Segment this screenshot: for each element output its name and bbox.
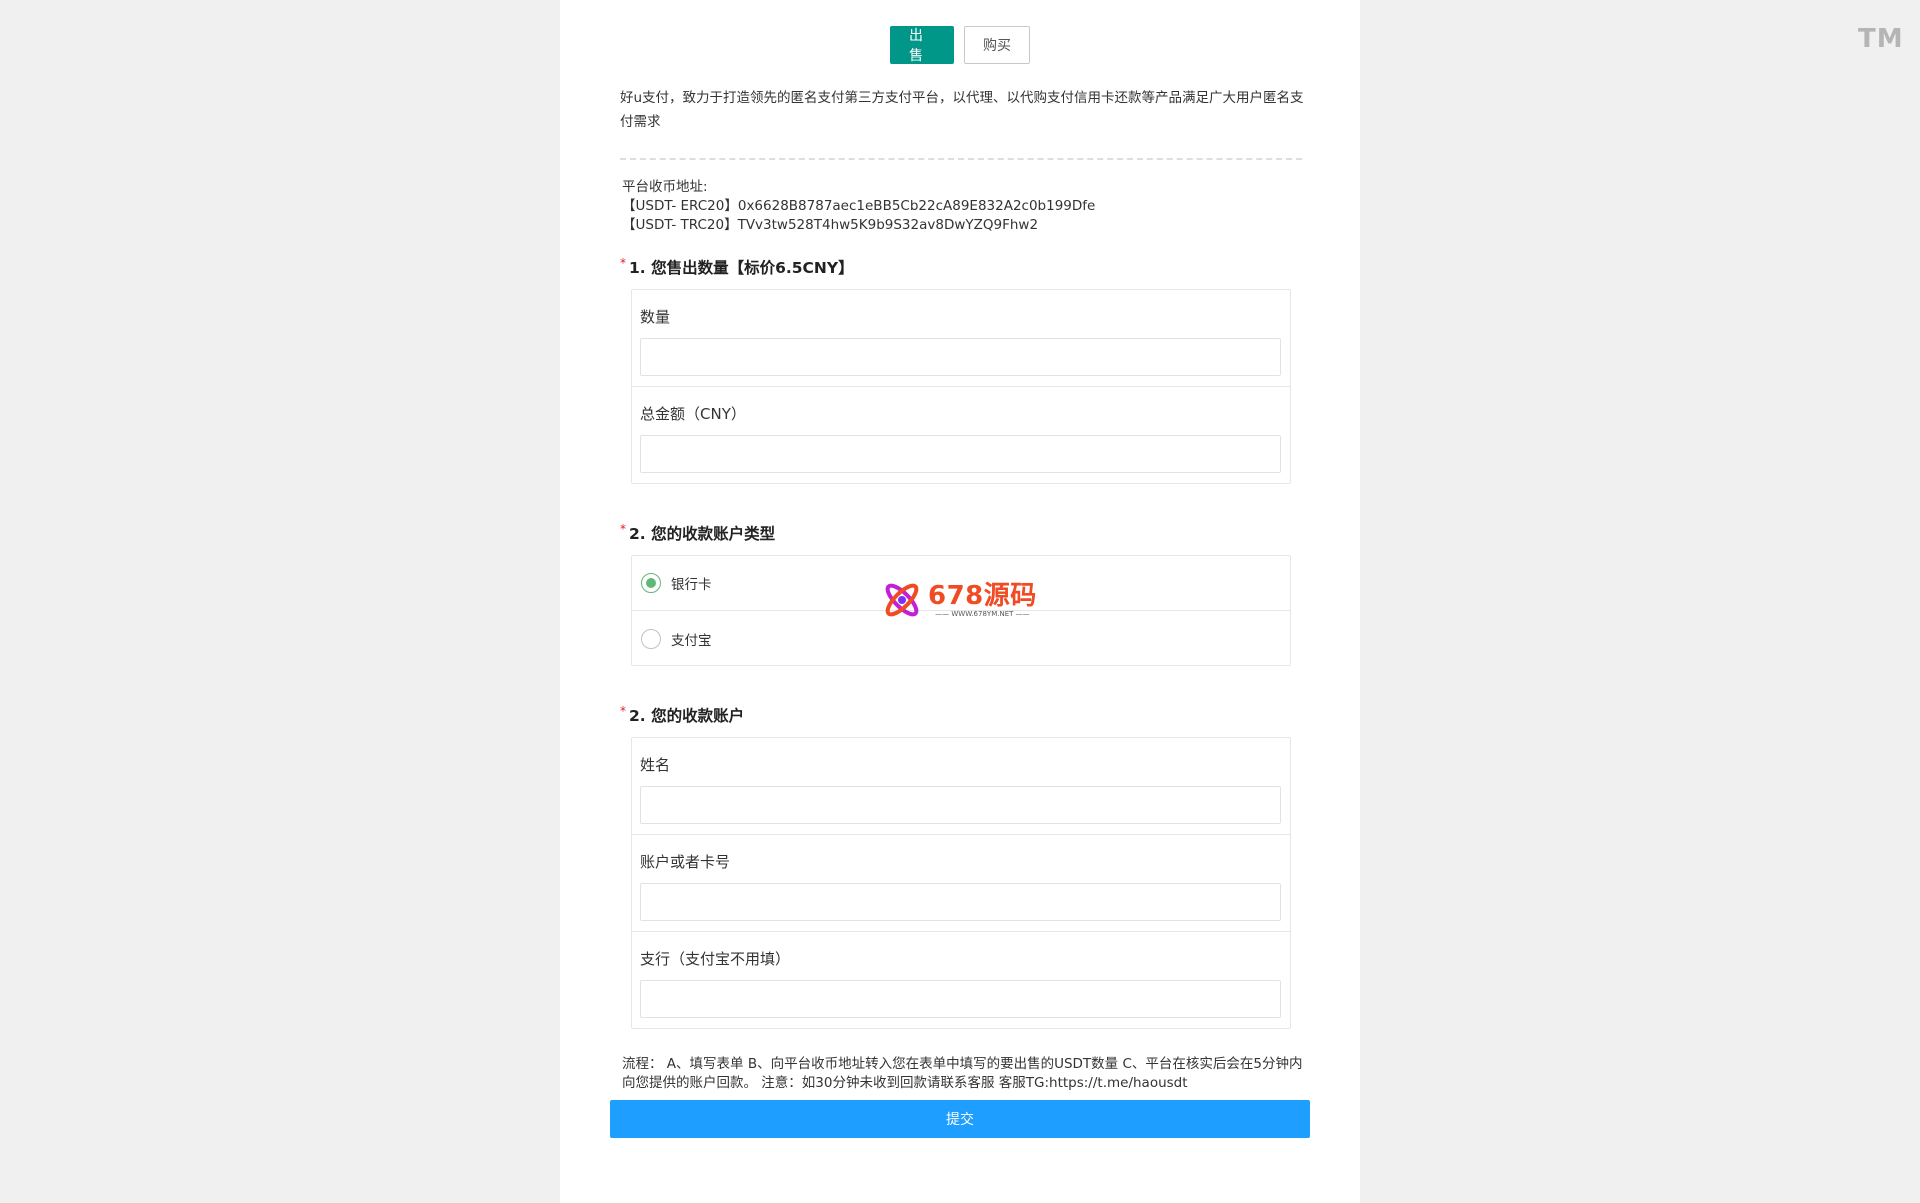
atom-logo-icon bbox=[885, 583, 919, 617]
submit-button[interactable]: 提交 bbox=[610, 1100, 1310, 1138]
name-label: 姓名 bbox=[640, 756, 671, 774]
required-star: * bbox=[620, 704, 626, 718]
radio-unchecked-icon[interactable] bbox=[641, 628, 661, 649]
branch-label: 支行（支付宝不用填） bbox=[640, 950, 791, 968]
account-number-input[interactable] bbox=[640, 883, 1281, 921]
total-amount-label: 总金额（CNY） bbox=[640, 405, 746, 423]
dashed-divider bbox=[620, 158, 1302, 160]
watermark-text: 678源码 —— WWW.678YM.NET —— bbox=[928, 582, 1037, 619]
quantity-label: 数量 bbox=[640, 308, 671, 326]
account-number-field: 账户或者卡号 bbox=[632, 835, 1290, 932]
section-title-text: 1. 您售出数量【标价6.5CNY】 bbox=[629, 259, 854, 277]
radio-checked-icon[interactable] bbox=[641, 573, 661, 593]
section-account-type-title: * 2. 您的收款账户类型 bbox=[620, 522, 775, 544]
intro-text: 好u支付，致力于打造领先的匿名支付第三方支付平台，以代理、以代购支付信用卡还款等… bbox=[620, 90, 1304, 130]
radio-label: 银行卡 bbox=[671, 577, 712, 593]
required-star: * bbox=[620, 256, 626, 270]
process-note: 流程： A、填写表单 B、向平台收币地址转入您在表单中填写的要出售的USDT数量… bbox=[622, 1056, 1303, 1091]
quantity-field: 数量 bbox=[632, 290, 1290, 387]
required-star: * bbox=[620, 522, 626, 536]
address-erc20: 【USDT- ERC20】0x6628B8787aec1eBB5Cb22cA89… bbox=[622, 198, 1096, 214]
watermark-url: —— WWW.678YM.NET —— bbox=[935, 609, 1030, 618]
mode-tabs: 出售 购买 bbox=[890, 26, 1030, 64]
order-panel: 出售 购买 好u支付，致力于打造领先的匿名支付第三方支付平台，以代理、以代购支付… bbox=[560, 0, 1360, 1203]
total-amount-field: 总金额（CNY） bbox=[632, 387, 1290, 484]
section-title-text: 2. 您的收款账户 bbox=[629, 707, 745, 725]
section-sell-quantity-title: * 1. 您售出数量【标价6.5CNY】 bbox=[620, 256, 854, 278]
total-amount-input[interactable] bbox=[640, 435, 1281, 473]
section-title-text: 2. 您的收款账户类型 bbox=[629, 525, 776, 543]
branch-field: 支行（支付宝不用填） bbox=[632, 932, 1290, 1029]
quantity-input[interactable] bbox=[640, 338, 1281, 376]
address-heading: 平台收币地址: bbox=[622, 179, 708, 195]
watermark-title: 678源码 bbox=[928, 580, 1037, 611]
name-field: 姓名 bbox=[632, 738, 1290, 835]
radio-label: 支付宝 bbox=[671, 632, 712, 649]
quantity-card: 数量 总金额（CNY） bbox=[631, 289, 1291, 484]
section-account-title: * 2. 您的收款账户 bbox=[620, 704, 744, 726]
name-input[interactable] bbox=[640, 786, 1281, 824]
trademark-mark: TM bbox=[1858, 24, 1904, 54]
account-number-label: 账户或者卡号 bbox=[640, 853, 731, 871]
address-trc20: 【USDT- TRC20】TVv3tw528T4hw5K9b9S32av8DwY… bbox=[622, 217, 1039, 233]
account-card: 姓名 账户或者卡号 支行（支付宝不用填） bbox=[631, 737, 1291, 1029]
tab-buy[interactable]: 购买 bbox=[964, 26, 1030, 64]
branch-input[interactable] bbox=[640, 980, 1281, 1018]
platform-address-block: 平台收币地址: 【USDT- ERC20】0x6628B8787aec1eBB5… bbox=[622, 178, 1095, 235]
tab-sell[interactable]: 出售 bbox=[890, 26, 954, 64]
watermark-logo: 678源码 —— WWW.678YM.NET —— bbox=[880, 578, 1037, 622]
